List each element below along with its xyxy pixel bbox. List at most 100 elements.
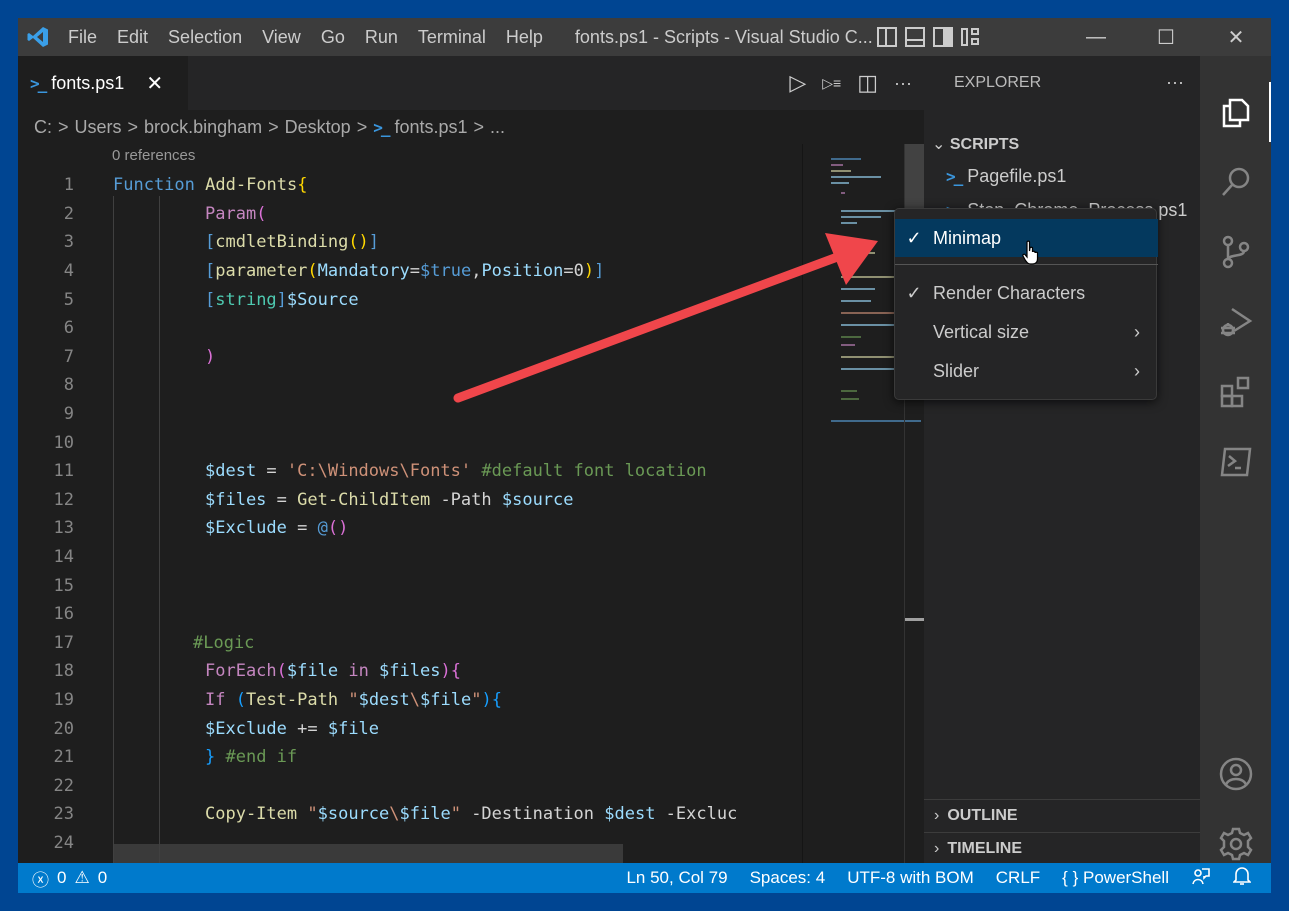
code-line[interactable]: 22 — [18, 772, 802, 801]
code-line[interactable]: 11 $dest = 'C:\Windows\Fonts' #default fo… — [18, 457, 802, 486]
problems-indicator[interactable]: ⓧ 0 ⚠ 0 — [18, 866, 107, 891]
minimize-button[interactable]: — — [1061, 18, 1131, 56]
breadcrumb-item[interactable]: Desktop — [285, 117, 351, 138]
code-token: ) — [481, 690, 492, 711]
code-token: += — [286, 718, 328, 739]
code-line[interactable]: 4 [parameter(Mandatory=$true,Position=0)] — [18, 257, 802, 286]
outline-label: OUTLINE — [947, 806, 1018, 824]
breadcrumb-item[interactable]: fonts.ps1 — [394, 117, 467, 138]
code-editor[interactable]: 0 references 1 Function Add-Fonts{2 Param(… — [18, 144, 802, 863]
menu-go[interactable]: Go — [311, 27, 355, 48]
code-line[interactable]: 18 ForEach($file in $files){ — [18, 657, 802, 686]
search-icon[interactable] — [1200, 152, 1271, 212]
code-line[interactable]: 13 $Exclude = @() — [18, 514, 802, 543]
code-line[interactable]: 5 [string]$Source — [18, 285, 802, 314]
codelens-references[interactable]: 0 references — [112, 147, 195, 164]
code-line[interactable]: 6 — [18, 314, 802, 343]
warning-count: 0 — [97, 868, 108, 887]
language-mode[interactable]: { } PowerShell — [1062, 868, 1169, 888]
menu-item-slider[interactable]: Slider › — [895, 352, 1158, 390]
code-line[interactable]: 24 — [18, 829, 802, 858]
source-control-icon[interactable] — [1200, 222, 1271, 282]
code-line[interactable]: 10 — [18, 428, 802, 457]
code-line[interactable]: 1 Function Add-Fonts{ — [18, 171, 802, 200]
run-debug-icon[interactable] — [1200, 292, 1271, 352]
code-token: Position — [481, 261, 564, 282]
code-line[interactable]: 2 Param( — [18, 200, 802, 229]
menu-run[interactable]: Run — [355, 27, 408, 48]
code-token: ] — [594, 261, 605, 282]
breadcrumb-item[interactable]: ... — [490, 117, 505, 138]
breadcrumb-item[interactable]: brock.bingham — [144, 117, 262, 138]
menu-help[interactable]: Help — [496, 27, 553, 48]
folder-scripts[interactable]: ⌄ SCRIPTS — [932, 134, 1019, 154]
code-line[interactable]: 14 — [18, 543, 802, 572]
language-label: PowerShell — [1083, 868, 1169, 887]
code-token: $dest — [604, 804, 656, 825]
menu-view[interactable]: View — [252, 27, 311, 48]
code-token: in — [338, 661, 380, 682]
more-actions-icon[interactable]: ··· — [894, 73, 912, 94]
powershell-icon[interactable] — [1200, 432, 1271, 492]
run-icon[interactable]: ▷ — [789, 70, 806, 96]
code-line[interactable]: 19 If (Test-Path "$dest\$file"){ — [18, 686, 802, 715]
code-line[interactable]: 9 — [18, 400, 802, 429]
tab-close-icon[interactable]: ✕ — [146, 71, 163, 96]
toggle-panel-icon[interactable] — [904, 27, 925, 47]
code-line[interactable]: 16 — [18, 600, 802, 629]
file-item[interactable]: >_ Pagefile.ps1 — [946, 166, 1066, 187]
menu-edit[interactable]: Edit — [107, 27, 158, 48]
end-of-line[interactable]: CRLF — [996, 868, 1040, 888]
code-line[interactable]: 20 $Exclude += $file — [18, 714, 802, 743]
code-line[interactable]: 17 #Logic — [18, 629, 802, 658]
code-line[interactable]: 15 — [18, 571, 802, 600]
menu-terminal[interactable]: Terminal — [408, 27, 496, 48]
line-number: 14 — [53, 547, 74, 568]
split-editor-icon[interactable]: ◫ — [857, 70, 878, 96]
notifications-bell-icon[interactable] — [1232, 866, 1252, 891]
maximize-button[interactable]: ☐ — [1131, 18, 1201, 56]
menu-selection[interactable]: Selection — [158, 27, 252, 48]
code-token: = — [409, 261, 420, 282]
encoding[interactable]: UTF-8 with BOM — [847, 868, 974, 888]
cursor-position[interactable]: Ln 50, Col 79 — [626, 868, 727, 888]
outline-panel-header[interactable]: › OUTLINE — [924, 799, 1200, 831]
breadcrumb: C: > Users > brock.bingham > Desktop > >… — [18, 110, 924, 144]
code-token: () — [327, 518, 349, 539]
feedback-icon[interactable] — [1191, 866, 1211, 891]
accounts-icon[interactable] — [1200, 744, 1271, 804]
tab-fonts-ps1[interactable]: >_ fonts.ps1 ✕ — [18, 56, 188, 110]
code-line[interactable]: 23 Copy-Item "$source\$file" -Destination… — [18, 800, 802, 829]
run-selection-icon[interactable]: ▷≡ — [822, 75, 841, 92]
explorer-icon[interactable] — [1200, 82, 1271, 142]
menu-file[interactable]: File — [58, 27, 107, 48]
code-token: \ — [409, 690, 421, 711]
toggle-secondary-sidebar-icon[interactable] — [932, 27, 953, 47]
code-token: { — [450, 661, 461, 682]
customize-layout-icon[interactable] — [960, 27, 981, 47]
code-line[interactable]: 7) — [18, 343, 802, 372]
code-line[interactable]: 3 [cmdletBinding()] — [18, 228, 802, 257]
breadcrumb-item[interactable]: C: — [34, 117, 52, 138]
code-line[interactable]: 21} #end if — [18, 743, 802, 772]
powershell-file-icon: >_ — [946, 167, 963, 186]
toggle-primary-sidebar-icon[interactable] — [876, 27, 897, 47]
indentation[interactable]: Spaces: 4 — [750, 868, 826, 888]
close-window-button[interactable]: ✕ — [1201, 18, 1271, 56]
minimap[interactable] — [802, 144, 921, 863]
explorer-more-icon[interactable]: ··· — [1166, 72, 1184, 93]
code-line[interactable]: 8 — [18, 371, 802, 400]
code-line[interactable]: 12 $files = Get-ChildItem -Path $source — [18, 486, 802, 515]
code-token: " — [338, 690, 359, 711]
breadcrumb-item[interactable]: Users — [75, 117, 122, 138]
line-number: 17 — [53, 632, 74, 653]
line-number: 2 — [63, 203, 74, 224]
menu-item-vertical-size[interactable]: Vertical size › — [895, 313, 1158, 351]
timeline-panel-header[interactable]: › TIMELINE — [924, 832, 1200, 864]
minimap-line — [841, 192, 845, 194]
extensions-icon[interactable] — [1200, 362, 1271, 422]
menu-item-render-characters[interactable]: ✓ Render Characters — [895, 274, 1158, 312]
minimap-line — [841, 344, 855, 346]
code-token: = — [256, 461, 287, 482]
code-token: [ — [205, 289, 216, 310]
